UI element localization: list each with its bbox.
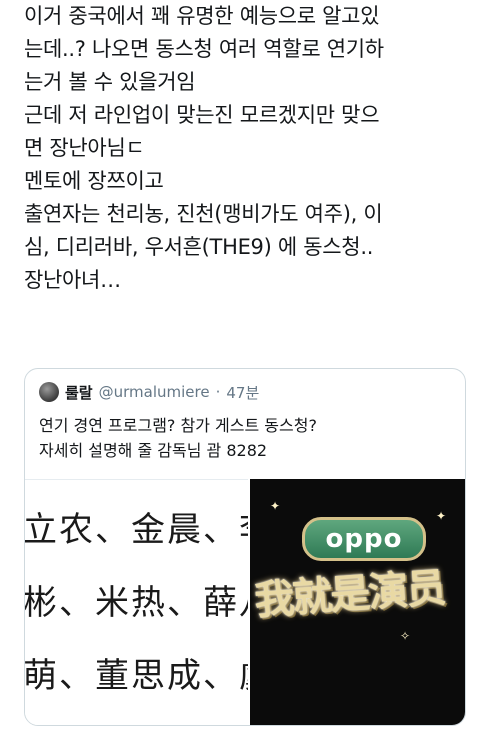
avatar[interactable]	[39, 382, 59, 402]
oppo-logo: oppo	[302, 517, 426, 561]
quoted-tweet-header: 룰랄 @urmalumiere · 47분	[39, 381, 259, 403]
cast-list-line: 立农、金晨、李	[25, 510, 248, 550]
tweet-line: 근데 저 라인업이 맞는진 모르겠지만 맞으	[24, 103, 380, 127]
quoted-author-handle[interactable]: @urmalumiere	[99, 383, 210, 401]
show-logo-image[interactable]: ✦ ✦ ✧ oppo 我就是演员	[250, 479, 465, 725]
cast-list-line: 彬、米热、薛八	[25, 583, 248, 623]
quoted-tweet-text: 연기 경연 프로그램? 참가 게스트 동스청? 자세히 설명해 줄 감독님 괌 …	[39, 413, 449, 463]
quoted-timestamp[interactable]: 47분	[226, 382, 259, 403]
cast-list-image[interactable]: 立农、金晨、李 彬、米热、薛八 萌、董思成、虞	[25, 479, 248, 725]
tweet-line: 심, 디리러바, 우서흔(THE9) 에 동스청..	[24, 235, 374, 259]
quoted-author-name[interactable]: 룰랄	[65, 382, 93, 403]
tweet-body: 이거 중국에서 꽤 유명한 예능으로 알고있 는데..? 나오면 동스청 여러 …	[24, 0, 464, 297]
quoted-media[interactable]: 立农、金晨、李 彬、米热、薛八 萌、董思成、虞 ✦ ✦ ✧ oppo 我就是演员	[25, 479, 465, 725]
quoted-text-line: 자세히 설명해 줄 감독님 괌 8282	[39, 441, 268, 460]
tweet-line: 멘토에 장쯔이고	[24, 169, 164, 193]
sparkle-icon: ✦	[270, 499, 281, 513]
quoted-tweet-card[interactable]: 룰랄 @urmalumiere · 47분 연기 경연 프로그램? 참가 게스트…	[24, 368, 466, 726]
separator-dot: ·	[215, 383, 221, 401]
tweet-line: 출연자는 천리농, 진천(맹비가도 여주), 이	[24, 202, 383, 226]
show-title-logo: 我就是演员	[252, 564, 446, 625]
sparkle-icon: ✦	[436, 509, 447, 523]
tweet-line: 장난아녀…	[24, 268, 121, 292]
quoted-text-line: 연기 경연 프로그램? 참가 게스트 동스청?	[39, 416, 317, 435]
tweet-line: 는거 볼 수 있을거임	[24, 70, 196, 94]
sparkle-icon: ✧	[400, 629, 411, 643]
tweet-line: 는데..? 나오면 동스청 여러 역할로 연기하	[24, 37, 384, 61]
oppo-logo-text: oppo	[325, 524, 403, 554]
tweet-line: 이거 중국에서 꽤 유명한 예능으로 알고있	[24, 4, 380, 28]
tweet-line: 면 장난아님ㄷ	[24, 136, 145, 160]
cast-list-line: 萌、董思成、虞	[25, 656, 248, 696]
